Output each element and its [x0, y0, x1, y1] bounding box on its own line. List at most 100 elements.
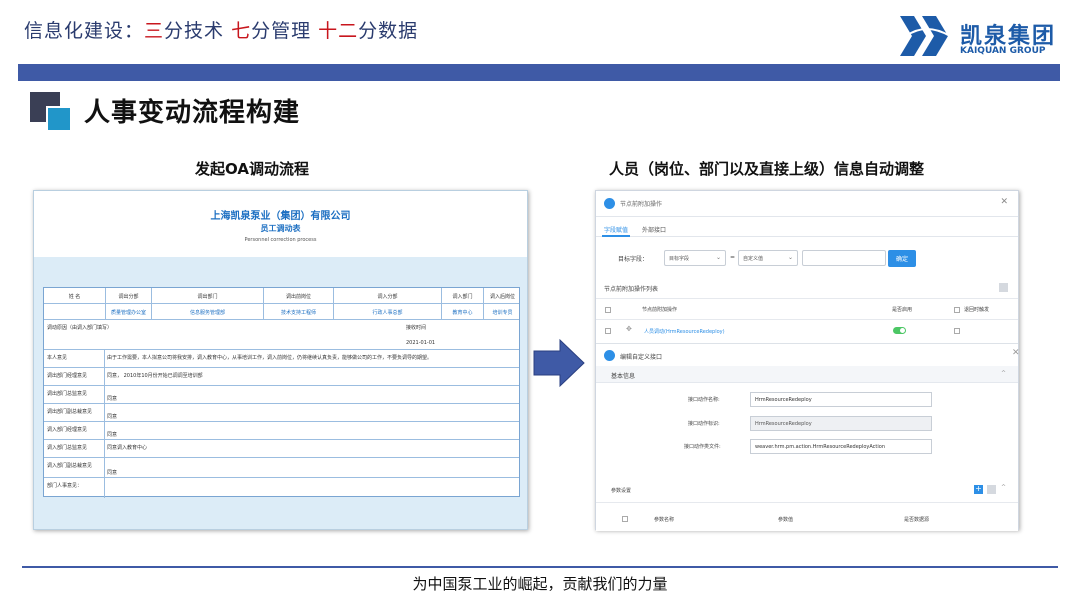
action-list-title: 节点前附加操作列表 [604, 286, 659, 293]
slogan-red-3: 十二 [318, 20, 359, 42]
chevron-down-icon: ⌄ [787, 254, 793, 261]
modal-logo-icon [604, 350, 615, 361]
equals-sign: = [730, 254, 736, 261]
confirm-button[interactable]: 确定 [888, 250, 916, 267]
form-opinion-row: 部门人事意见： [44, 478, 519, 498]
form-opinion-text: 由于工作需要，本人拟意公司将我安排，调入教育中心，从事培训工作，调入前岗位，仍将… [107, 355, 433, 361]
form-opinion-text: 同意 [107, 414, 118, 420]
action-name-input[interactable]: HrmResourceRedeploy [750, 392, 932, 407]
form-val-out-dept: 信息服务管理部 [152, 304, 264, 319]
form-company: 上海凯泉泵业（集团）有限公司 [210, 211, 351, 222]
oa-config-screenshot: 节点前附加操作 ✕ 字段赋值 外部接口 目标字段： 目标字段 ⌄ = 自定义值 ⌄ … [595, 190, 1020, 531]
form-opinion-text: 同意 [107, 396, 118, 402]
form-title: 员工调动表 [260, 224, 301, 233]
slogan-prefix: 信息化建设： [24, 20, 145, 42]
form-val-out-branch: 质量管理办公室 [106, 304, 152, 319]
hrm-redeploy-link[interactable]: 人员调动(HrmResourceRedeploy) [644, 328, 725, 335]
form-subtitle: Personnel correction process [244, 237, 317, 243]
collapse-icon: ^ [1000, 370, 1006, 377]
return-trigger-checkbox[interactable] [954, 328, 960, 334]
slogan-rest-1: 分技术 [164, 20, 232, 42]
form-opinion-label: 调出部门总监意见 [47, 391, 88, 397]
slogan-red-2: 七 [231, 20, 252, 42]
logo-mark-icon [900, 16, 951, 56]
form-header: 上海凯泉泵业（集团）有限公司 员工调动表 Personnel correctio… [34, 191, 527, 257]
form-val-name [44, 304, 106, 319]
tab-field-assign[interactable]: 字段赋值 [604, 225, 628, 234]
param-value-header: 参数值 [778, 517, 794, 523]
add-param-icon[interactable]: + [974, 485, 983, 494]
custom-value-input[interactable] [802, 250, 886, 266]
form-col-name: 姓 名 [44, 288, 106, 303]
flow-arrow-icon [533, 338, 585, 388]
list-settings-icon[interactable] [999, 283, 1008, 292]
action-name-label: 接口动作名称: [688, 397, 720, 403]
form-col-in-dept: 调入部门 [442, 288, 484, 303]
value-type-select[interactable]: 自定义值 ⌄ [738, 250, 798, 266]
form-opinion-row: 本人意见 由于工作需要，本人拟意公司将我安排，调入教育中心，从事培训工作，调入前岗… [44, 350, 519, 368]
param-name-header: 参数名称 [654, 517, 675, 523]
form-opinion-row: 调出部门副总裁意见同意 [44, 404, 519, 422]
param-select-all-checkbox[interactable] [622, 516, 628, 522]
footer-line [22, 566, 1058, 568]
form-val-in-dept: 教育中心 [442, 304, 484, 319]
select-all-checkbox[interactable] [605, 307, 611, 313]
row-checkbox[interactable] [605, 328, 611, 334]
param-collapse-icon[interactable]: ^ [1001, 484, 1006, 491]
drag-handle-icon[interactable]: ✥ [626, 325, 632, 333]
basic-info-section[interactable]: 基本信息 ^ [596, 366, 1018, 383]
form-opinion-text: 同意 [107, 432, 118, 438]
form-opinion-label: 调入部门经理意见 [47, 427, 88, 433]
form-opinion-text: 同意 [107, 470, 118, 476]
list-divider [596, 298, 1018, 299]
form-col-in-post: 调入后岗位 [489, 294, 515, 300]
form-header-row: 姓 名 调出分部 调出部门 调出前岗位 调入分部 调入部门 调入后岗位 [44, 288, 519, 304]
slogan-rest-2: 分管理 [251, 20, 319, 42]
close-icon[interactable]: ✕ [1000, 197, 1008, 207]
form-opinion-row: 调出部门总监意见同意 [44, 386, 519, 404]
form-col-out-dept: 调出部门 [152, 288, 264, 303]
col-return-header: 退回时触发 [964, 307, 990, 313]
slide-title: 人事变动流程构建 [84, 98, 301, 128]
return-trigger-all-checkbox[interactable] [954, 307, 960, 313]
form-reason-time-label: 接收时间 [406, 325, 427, 331]
slogan-red-1: 三 [144, 20, 165, 42]
left-caption: 发起OA调动流程 [195, 160, 309, 178]
oa-dialog-header: 节点前附加操作 ✕ [596, 191, 1018, 217]
logo-en-text: KAIQUAN GROUP [960, 46, 1046, 56]
action-class-input[interactable]: weaver.hrm.pm.action.HrmResourceRedeploy… [750, 439, 932, 454]
form-col-out-post: 调出前岗位 [264, 288, 334, 303]
modal-close-icon[interactable]: ✕ [1012, 348, 1020, 358]
form-col-in-branch: 调入分部 [334, 288, 442, 303]
form-table: 姓 名 调出分部 调出部门 调出前岗位 调入分部 调入部门 调入后岗位 质量管理… [43, 287, 520, 498]
form-col-out-branch: 调出分部 [106, 288, 152, 303]
form-reason-label: 调动原因（由调入部门填写） [47, 325, 113, 331]
form-reason-date: 2021-01-01 [406, 340, 436, 346]
title-marker-blue [46, 106, 72, 132]
header-band [18, 64, 1060, 81]
tab-divider [596, 236, 1018, 237]
form-opinion-label: 调出部门副总裁意见 [47, 409, 93, 415]
form-value-row: 质量管理办公室 信息服务管理部 技术支持工程师 行政人事总部 教育中心 培训专员 [44, 304, 519, 320]
form-val-out-post: 技术支持工程师 [264, 304, 334, 319]
modal-title: 编辑自定义接口 [620, 354, 663, 361]
param-section-title: 参数设置 [611, 488, 632, 494]
oa-dialog-title: 节点前附加操作 [620, 201, 663, 208]
action-id-label: 接口动作标识: [688, 421, 720, 427]
col-enabled-header: 是否启用 [892, 307, 913, 313]
col-action-header: 节点前附加操作 [642, 307, 678, 313]
action-id-input: HrmResourceRedeploy [750, 416, 932, 431]
delete-param-icon[interactable] [987, 485, 996, 494]
form-opinion-text: 同意， 2010年10月份开始已调调至培训部 [107, 373, 203, 379]
tab-external-interface[interactable]: 外部接口 [642, 225, 666, 234]
form-opinion-row: 调入部门副总裁意见 同意 [44, 458, 519, 478]
enabled-toggle[interactable] [893, 327, 906, 334]
form-val-in-branch: 行政人事总部 [334, 304, 442, 319]
target-field-select[interactable]: 目标字段 ⌄ [664, 250, 726, 266]
target-field-label: 目标字段： [618, 256, 649, 263]
form-opinion-label: 本人意见 [47, 355, 68, 361]
chevron-down-icon: ⌄ [715, 254, 721, 261]
transfer-form-screenshot: 上海凯泉泵业（集团）有限公司 员工调动表 Personnel correctio… [33, 190, 528, 530]
row-divider [596, 319, 1018, 320]
action-class-label: 接口动作类文件: [684, 444, 721, 450]
